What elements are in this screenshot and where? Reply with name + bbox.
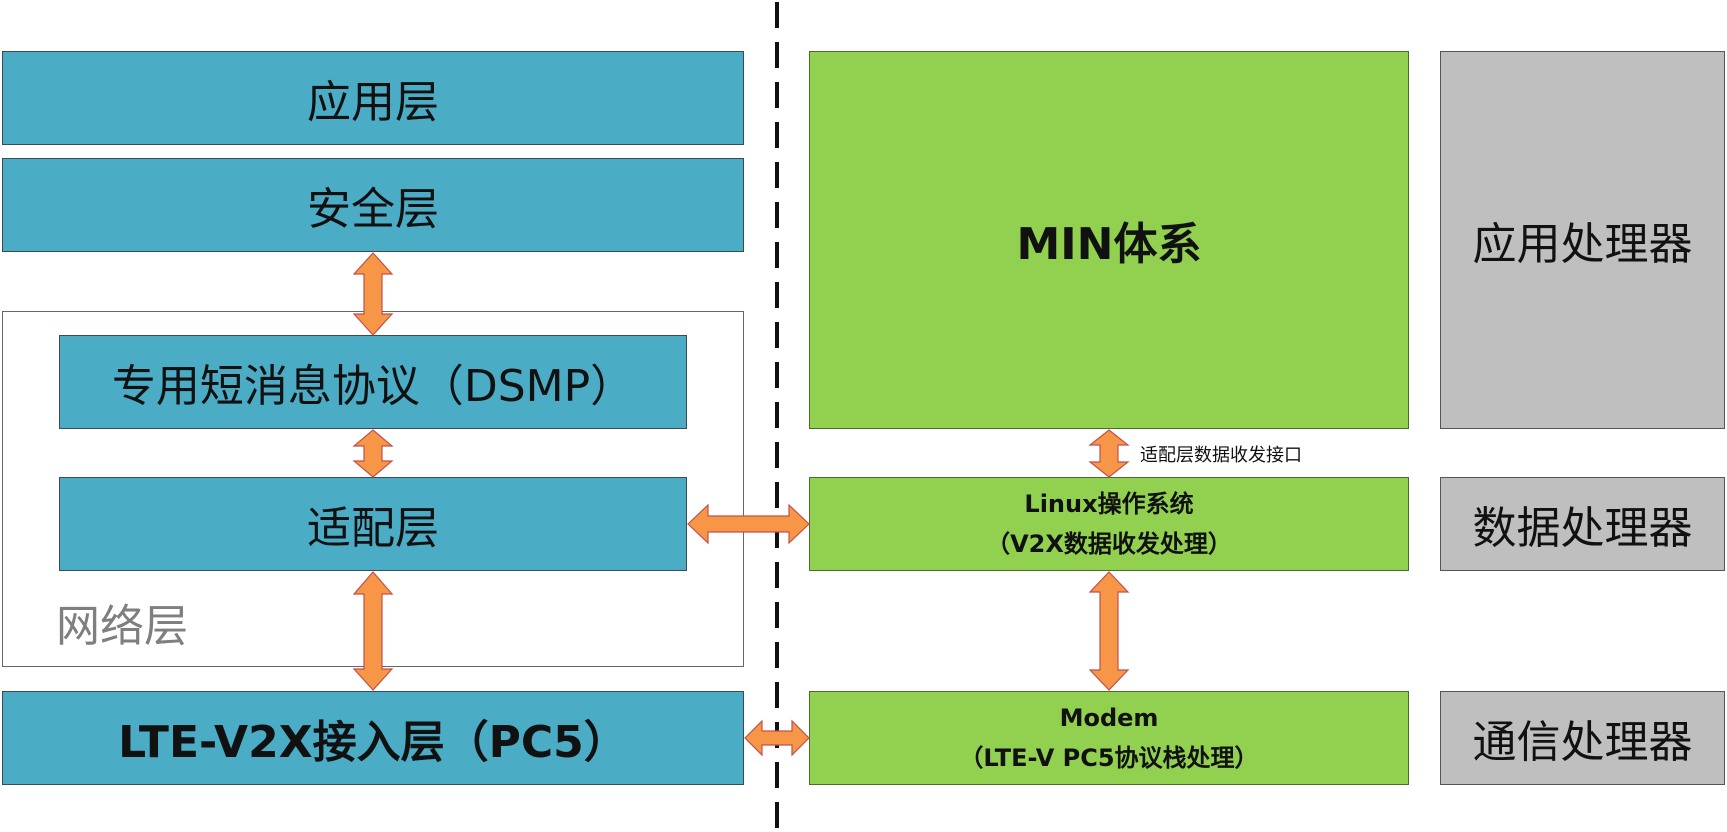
security-dsmp-arrow xyxy=(352,252,394,336)
min-linux-arrow xyxy=(1088,429,1130,478)
adaptation-linux-arrow xyxy=(687,503,810,545)
adaptation-access-arrow xyxy=(352,571,394,691)
linux-modem-arrow xyxy=(1088,571,1130,691)
connectors-layer xyxy=(352,2,1130,830)
dsmp-adaptation-arrow xyxy=(352,429,394,478)
